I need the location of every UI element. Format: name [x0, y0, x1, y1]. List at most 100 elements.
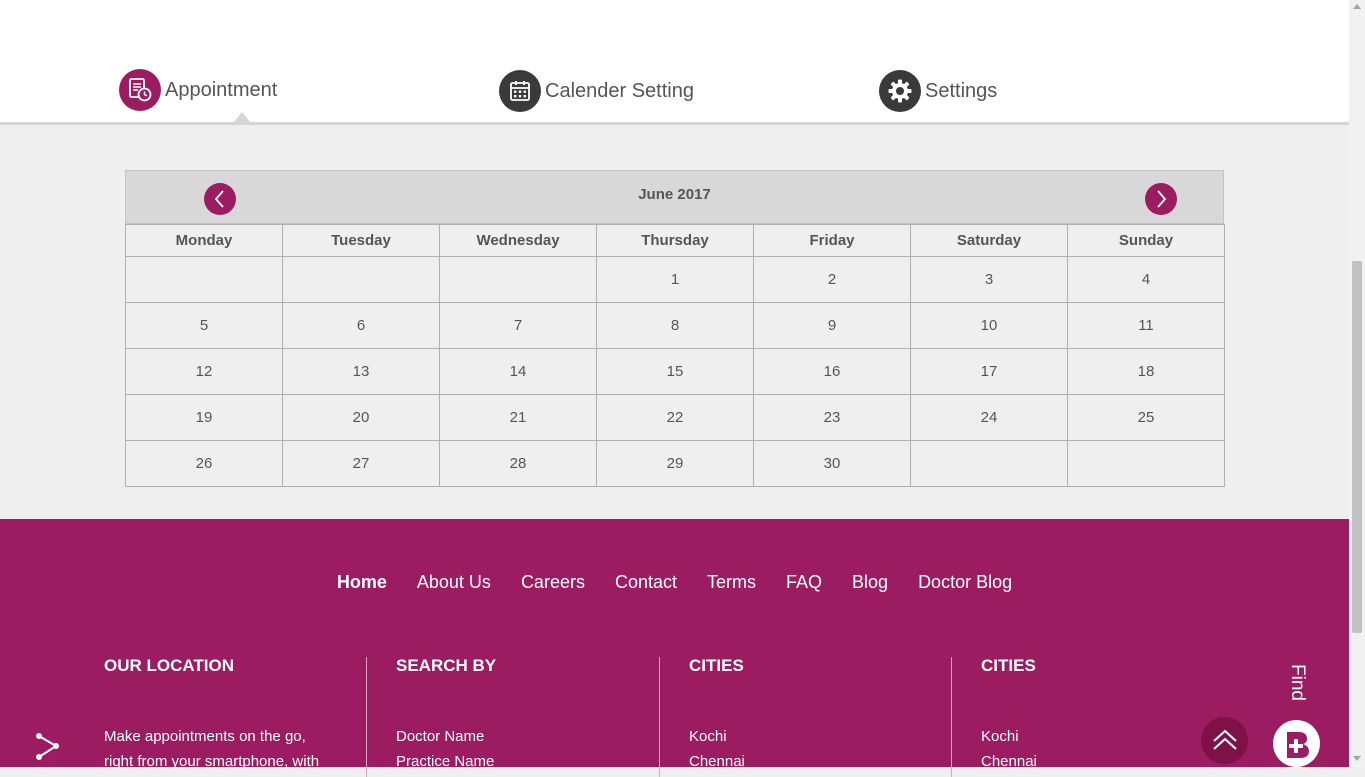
- calendar-week-row: 5 6 7 8 9 10 11: [125, 302, 1225, 349]
- weekday-header-row: Monday Tuesday Wednesday Thursday Friday…: [125, 224, 1225, 257]
- calendar-day-cell[interactable]: 25: [1067, 394, 1225, 441]
- brand-logo-icon[interactable]: [1273, 720, 1320, 767]
- weekday-header: Thursday: [596, 224, 754, 257]
- calendar-day-cell[interactable]: 9: [753, 302, 911, 349]
- footer-link-faq[interactable]: FAQ: [786, 572, 822, 593]
- weekday-header: Tuesday: [282, 224, 440, 257]
- weekday-header: Sunday: [1067, 224, 1225, 257]
- footer-link-home[interactable]: Home: [337, 572, 387, 593]
- double-chevron-up-icon: [1212, 729, 1237, 750]
- calendar-week-row: 26 27 28 29 30: [125, 440, 1225, 487]
- scroll-to-top-button[interactable]: [1201, 717, 1248, 764]
- tab-appointment-label: Appointment: [165, 78, 278, 101]
- cities-heading: CITIES: [689, 656, 744, 675]
- calendar-day-cell[interactable]: 1: [596, 256, 754, 303]
- tab-calendar-setting[interactable]: Calender Setting: [499, 70, 694, 112]
- tab-settings[interactable]: Settings: [879, 70, 997, 112]
- location-text-line: Make appointments on the go,: [104, 728, 306, 745]
- location-heading: OUR LOCATION: [104, 656, 235, 675]
- calendar-week-row: 19 20 21 22 23 24 25: [125, 394, 1225, 441]
- search-by-heading: SEARCH BY: [396, 656, 497, 675]
- footer-link-terms[interactable]: Terms: [707, 572, 756, 593]
- calendar-week-row: 12 13 14 15 16 17 18: [125, 348, 1225, 395]
- calendar-day-cell[interactable]: 14: [439, 348, 597, 395]
- active-tab-indicator: [234, 112, 250, 122]
- footer-link-city[interactable]: Chennai: [689, 748, 745, 775]
- scroll-down-arrow-icon[interactable]: [1353, 756, 1361, 761]
- month-calendar: June 2017 Monday Tuesday Wednesday Thurs…: [125, 170, 1225, 487]
- calendar-week-row: 1 2 3 4: [125, 256, 1225, 303]
- footer-link-contact[interactable]: Contact: [615, 572, 677, 593]
- tab-calendar-setting-label: Calender Setting: [545, 79, 694, 102]
- calendar-day-cell[interactable]: 26: [125, 440, 283, 487]
- calendar-day-cell[interactable]: [910, 440, 1068, 487]
- share-icon[interactable]: [34, 731, 62, 766]
- scrollbar-thumb[interactable]: [1352, 261, 1362, 633]
- weekday-header: Monday: [125, 224, 283, 257]
- calendar-icon: [499, 70, 541, 112]
- footer-link-about-us[interactable]: About Us: [417, 572, 491, 593]
- footer-search-by-column: SEARCH BY Doctor Name Practice Name: [396, 656, 496, 775]
- footer-nav: Home About Us Careers Contact Terms FAQ …: [0, 572, 1349, 593]
- site-footer: Home About Us Careers Contact Terms FAQ …: [0, 519, 1349, 777]
- calendar-day-cell[interactable]: 16: [753, 348, 911, 395]
- calendar-day-cell[interactable]: [282, 256, 440, 303]
- footer-divider: [951, 657, 952, 777]
- footer-divider: [366, 657, 367, 777]
- calendar-day-cell[interactable]: 11: [1067, 302, 1225, 349]
- footer-cities-column: CITIES Kochi Chennai: [689, 656, 745, 775]
- gear-icon: [879, 70, 921, 112]
- footer-location-column: OUR LOCATION Make appointments on the go…: [104, 656, 354, 775]
- calendar-day-cell[interactable]: 22: [596, 394, 754, 441]
- chevron-right-icon: [1157, 190, 1167, 208]
- footer-link-practice-name[interactable]: Practice Name: [396, 748, 496, 775]
- calendar-day-cell[interactable]: 5: [125, 302, 283, 349]
- calendar-grid: Monday Tuesday Wednesday Thursday Friday…: [125, 224, 1225, 487]
- tab-appointment[interactable]: Appointment: [119, 69, 277, 111]
- find-tab[interactable]: Find: [1286, 664, 1308, 701]
- footer-link-city[interactable]: Kochi: [981, 723, 1037, 750]
- calendar-day-cell[interactable]: 3: [910, 256, 1068, 303]
- next-month-button[interactable]: [1145, 183, 1177, 215]
- calendar-day-cell[interactable]: 24: [910, 394, 1068, 441]
- calendar-header: June 2017: [125, 170, 1224, 224]
- footer-link-doctor-name[interactable]: Doctor Name: [396, 723, 496, 750]
- calendar-day-cell[interactable]: 2: [753, 256, 911, 303]
- calendar-day-cell[interactable]: 21: [439, 394, 597, 441]
- location-text-line: right from your smartphone, with: [104, 753, 320, 770]
- calendar-day-cell[interactable]: 4: [1067, 256, 1225, 303]
- appointment-clock-icon: [119, 69, 161, 111]
- calendar-month-title: June 2017: [638, 186, 711, 203]
- calendar-day-cell[interactable]: 23: [753, 394, 911, 441]
- cities-heading: CITIES: [981, 656, 1036, 675]
- weekday-header: Friday: [753, 224, 911, 257]
- calendar-day-cell[interactable]: [1067, 440, 1225, 487]
- calendar-day-cell[interactable]: 27: [282, 440, 440, 487]
- footer-divider: [659, 657, 660, 777]
- calendar-day-cell[interactable]: 6: [282, 302, 440, 349]
- calendar-day-cell[interactable]: 28: [439, 440, 597, 487]
- calendar-day-cell[interactable]: [439, 256, 597, 303]
- calendar-day-cell[interactable]: 8: [596, 302, 754, 349]
- footer-link-careers[interactable]: Careers: [521, 572, 585, 593]
- calendar-day-cell[interactable]: 12: [125, 348, 283, 395]
- calendar-day-cell[interactable]: 20: [282, 394, 440, 441]
- calendar-day-cell[interactable]: 30: [753, 440, 911, 487]
- calendar-day-cell[interactable]: 7: [439, 302, 597, 349]
- footer-link-city[interactable]: Chennai: [981, 748, 1037, 775]
- calendar-day-cell[interactable]: 19: [125, 394, 283, 441]
- weekday-header: Wednesday: [439, 224, 597, 257]
- footer-link-city[interactable]: Kochi: [689, 723, 745, 750]
- calendar-day-cell[interactable]: 13: [282, 348, 440, 395]
- calendar-day-cell[interactable]: 15: [596, 348, 754, 395]
- footer-link-blog[interactable]: Blog: [852, 572, 888, 593]
- calendar-day-cell[interactable]: 29: [596, 440, 754, 487]
- scroll-up-arrow-icon[interactable]: [1353, 4, 1361, 9]
- calendar-day-cell[interactable]: 17: [910, 348, 1068, 395]
- footer-link-doctor-blog[interactable]: Doctor Blog: [918, 572, 1012, 593]
- calendar-day-cell[interactable]: 10: [910, 302, 1068, 349]
- tab-settings-label: Settings: [925, 79, 998, 102]
- footer-cities-column: CITIES Kochi Chennai: [981, 656, 1037, 775]
- calendar-day-cell[interactable]: [125, 256, 283, 303]
- calendar-day-cell[interactable]: 18: [1067, 348, 1225, 395]
